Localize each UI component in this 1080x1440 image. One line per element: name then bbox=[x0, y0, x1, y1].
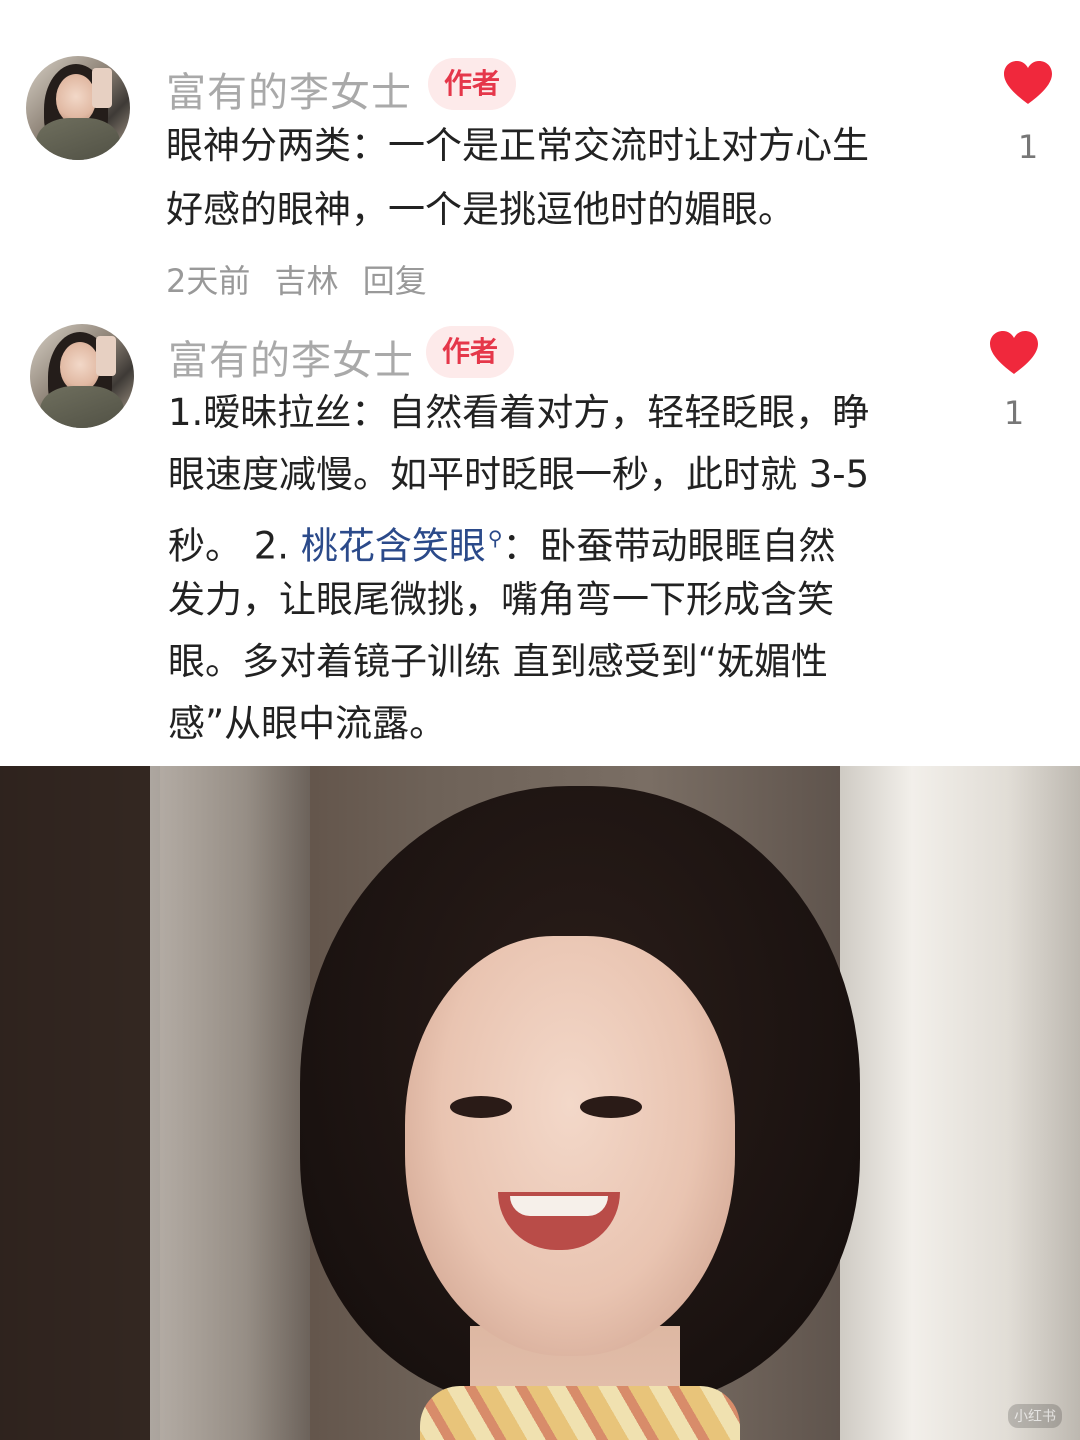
comment-text-line-6: 感”从眼中流露。 bbox=[168, 702, 447, 745]
post-photo: 小红书 bbox=[0, 766, 1080, 1440]
comment-text-segment: 秒。 2. bbox=[168, 524, 301, 568]
comment-text-line-4: 发力，让眼尾微挑，嘴角弯一下形成含笑 bbox=[168, 578, 834, 621]
watermark: 小红书 bbox=[1008, 1404, 1062, 1428]
comment-text-line-5: 眼。多对着镜子训练 直到感受到“妩媚性 bbox=[168, 640, 828, 683]
comment-text-line-2: 眼速度减慢。如平时眨眼一秒，此时就 3-5 bbox=[168, 453, 870, 496]
like-count: 1 bbox=[1003, 394, 1025, 432]
author-name[interactable]: 富有的李女士 bbox=[168, 328, 414, 386]
comment-time: 2天前 bbox=[166, 262, 251, 300]
author-name[interactable]: 富有的李女士 bbox=[166, 60, 412, 118]
comment-text-segment: ：卧蚕带动眼眶自然 bbox=[502, 524, 836, 568]
author-badge: 作者 bbox=[426, 326, 515, 378]
comment-text-line-2: 好感的眼神，一个是挑逗他时的媚眼。 bbox=[166, 188, 795, 231]
author-badge: 作者 bbox=[428, 58, 517, 110]
comment-meta: 2天前 吉林 回复 bbox=[166, 256, 441, 302]
search-keyword-link[interactable]: 桃花含笑眼 bbox=[301, 524, 486, 567]
comment-text-line-1: 眼神分两类：一个是正常交流时让对方心生 bbox=[166, 124, 869, 167]
like-count: 1 bbox=[1017, 128, 1039, 166]
comment-text-line-1: 1.暧昧拉丝：自然看着对方，轻轻眨眼，睁 bbox=[168, 391, 870, 434]
search-icon[interactable]: ⚲ bbox=[488, 526, 503, 550]
avatar[interactable] bbox=[30, 324, 134, 428]
heart-icon[interactable] bbox=[1002, 60, 1058, 106]
comment-location: 吉林 bbox=[274, 262, 339, 300]
reply-button[interactable]: 回复 bbox=[363, 262, 427, 300]
avatar[interactable] bbox=[26, 56, 130, 160]
heart-icon[interactable] bbox=[988, 330, 1044, 376]
